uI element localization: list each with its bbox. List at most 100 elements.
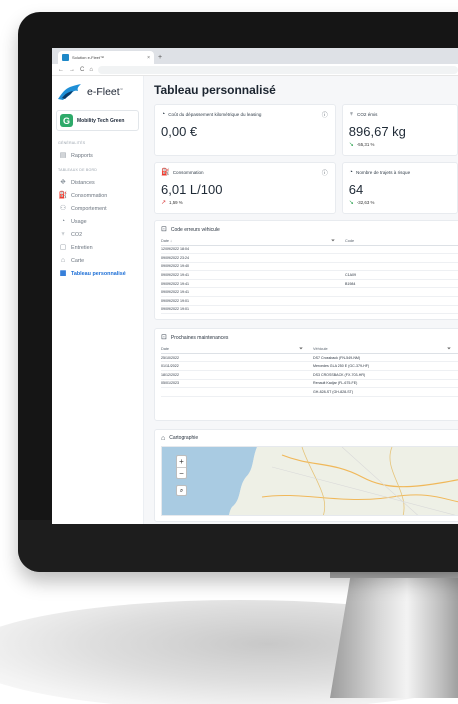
kpi-value: 896,67 kg — [348, 124, 406, 139]
card-title: ⌂ Cartographie — [161, 435, 458, 442]
table-row[interactable]: 09/09/2022 19:01 — [161, 296, 458, 306]
table-row[interactable]: 09/09/2022 19:41 — [161, 287, 458, 298]
gauge-icon: ◔ — [60, 218, 66, 225]
table-row[interactable]: 09/09/2022 19:01 — [161, 305, 458, 315]
kpi-delta: ↗ 1,59 % — [161, 199, 329, 206]
card-title: ⊡ Code erreurs véhicule — [161, 226, 458, 233]
kpi-label-text: Nombre de trajets à risque — [356, 170, 411, 175]
info-icon[interactable]: ⓘ — [322, 110, 328, 119]
warning-box-icon: ⊡ — [161, 226, 167, 233]
kpi-row-1: ◔ Coût du dépassement kilométrique du le… — [154, 104, 458, 156]
kpi-label-text: CO2 émis — [357, 112, 378, 117]
main-content: Tableau personnalisé ◔ Coût du dépasseme… — [144, 76, 458, 524]
kpi-label: ◔ Coût du dépassement kilométrique du le… — [161, 111, 329, 118]
cell-date: 09/09/2022 19:41 — [161, 270, 331, 280]
brand-horse-icon — [58, 84, 81, 100]
column-header-date[interactable]: Date — [161, 345, 299, 354]
kpi-label-text: Consommation — [172, 170, 204, 175]
page-title: Tableau personnalisé — [154, 83, 276, 97]
error-codes-table: Date ↓ ⏷ Code 12/09/2022 18:04 09/09/202… — [161, 237, 458, 315]
favicon-icon — [62, 54, 69, 61]
kpi-leasing-cost[interactable]: ◔ Coût du dépassement kilométrique du le… — [154, 104, 336, 156]
zoom-in-button[interactable]: + — [177, 456, 186, 467]
cell-date: 18/12/2022 — [161, 370, 299, 380]
brand-logo[interactable]: e-Fleet™ — [56, 82, 139, 102]
calendar-icon: ⊡ — [161, 334, 167, 342]
table-row[interactable]: 05/01/2023 Renault Kadjar (FL-675-FE) — [161, 379, 458, 389]
sidebar-item-consommation[interactable]: ⛽ Consommation — [56, 189, 139, 202]
table-row[interactable]: 01/11/2022 Mercedes GLA 250 E (GC-379-HF) — [161, 361, 458, 371]
reload-icon[interactable]: C — [80, 67, 84, 73]
back-icon[interactable]: ← — [58, 67, 64, 73]
table-row[interactable]: 12/09/2022 18:04 — [161, 245, 458, 255]
kpi-label: ◔ Nombre de trajets à risque — [349, 169, 451, 176]
kpi-consumption[interactable]: ⛽ Consommation ⓘ 6,01 L/100 ↗ 1,59 % — [154, 162, 336, 214]
home-icon[interactable]: ⌂ — [89, 67, 93, 73]
co2-icon: ♆ — [60, 231, 66, 238]
table-row[interactable]: GH-828-ST (GH-828-ST) — [161, 387, 458, 397]
forward-icon[interactable]: → — [69, 67, 75, 73]
cell-vehicle: Mercedes GLA 250 E (GC-379-HF) — [313, 361, 447, 371]
kpi-delta-value: -32,63 % — [356, 200, 375, 205]
error-codes-card: ⊡ Code erreurs véhicule Date ↓ ⏷ Code 12… — [154, 220, 458, 321]
kpi-delta-value: 1,59 % — [169, 200, 183, 205]
sidebar-item-co2[interactable]: ♆ CO2 — [56, 228, 139, 241]
table-row[interactable]: 18/12/2022 DS3 CROSSBACK (FX-703-HR) — [161, 370, 458, 380]
kpi-delta-value: -55,31 % — [356, 142, 375, 147]
map-zoom-control: + − — [176, 454, 187, 479]
close-tab-icon[interactable]: × — [147, 55, 150, 61]
filter-icon[interactable]: ⏷ — [447, 345, 458, 354]
sidebar-item-rapports[interactable]: ▤ Rapports — [56, 149, 139, 162]
browser-tab[interactable]: Solution e-Fleet™ × — [58, 51, 154, 64]
zoom-out-button[interactable]: − — [177, 466, 186, 478]
column-header-vehicle[interactable]: Véhicule — [313, 345, 447, 354]
map-icon: ⌂ — [60, 257, 66, 264]
kpi-label-text: Coût du dépassement kilométrique du leas… — [168, 112, 262, 117]
table-row[interactable]: 09/09/2022 19:41 C1A09 — [161, 270, 458, 280]
cell-date: 09/09/2022 19:41 — [161, 279, 331, 289]
column-header-code[interactable]: Code — [345, 237, 458, 246]
sidebar-item-usage[interactable]: ◔ Usage — [56, 215, 139, 228]
table-row[interactable]: 25/10/2022 DS7 Crossback (FN-549-NM) — [161, 353, 458, 363]
column-header-date[interactable]: Date ↓ — [161, 237, 331, 246]
kpi-delta: ↘ -55,31 % — [349, 141, 451, 148]
filter-icon[interactable]: ⏷ — [331, 237, 345, 246]
sidebar: e-Fleet™ G Mobility Tech Green Généralit… — [52, 76, 144, 524]
address-bar[interactable] — [97, 65, 458, 74]
kpi-co2[interactable]: ♆ CO2 émis 896,67 kg ↘ -55,31 % — [341, 104, 458, 156]
card-title-text: Code erreurs véhicule — [170, 226, 220, 233]
browser-tabbar: Solution e-Fleet™ × + — [52, 48, 458, 64]
cell-date: 09/09/2022 23:24 — [161, 253, 331, 263]
fuel-icon: ⛽ — [161, 169, 170, 176]
cell-code: B1984 — [345, 279, 458, 289]
cell-date: 01/11/2022 — [161, 361, 299, 371]
organization-name: Mobility Tech Green — [77, 117, 125, 124]
section-dashboards: Tableaux de bord — [58, 168, 98, 172]
organization-badge: G — [60, 114, 73, 127]
new-tab-button[interactable]: + — [158, 51, 162, 64]
table-row[interactable]: 09/09/2022 19:40 — [161, 262, 458, 272]
sidebar-item-entretien[interactable]: ▢ Entretien — [56, 241, 139, 254]
gauge-icon: ◔ — [348, 169, 354, 176]
cell-vehicle: Renault Kadjar (FL-675-FE) — [313, 379, 447, 389]
cell-code — [345, 262, 458, 272]
table-row[interactable]: 09/09/2022 23:24 — [161, 253, 458, 263]
kpi-risky-trips[interactable]: ◔ Nombre de trajets à risque 64 ↘ -32,63… — [341, 162, 458, 214]
kpi-label: ♆ CO2 émis — [349, 111, 451, 118]
map-icon: ⌂ — [161, 434, 166, 442]
info-icon[interactable]: ⓘ — [322, 168, 328, 177]
map-terrain — [162, 446, 458, 515]
map-search-icon[interactable]: ⌕ — [176, 484, 187, 496]
trend-down-icon: ↘ — [348, 142, 354, 148]
card-title: ⊡ Prochaines maintenances — [161, 334, 458, 341]
filter-icon[interactable]: ⏷ — [299, 345, 313, 354]
sidebar-item-comportement[interactable]: ⚇ Comportement — [56, 202, 139, 215]
sidebar-item-carte[interactable]: ⌂ Carte — [56, 254, 139, 267]
cell-vehicle: GH-828-ST (GH-828-ST) — [313, 387, 447, 397]
map-view[interactable]: + − ⌕ — [161, 445, 458, 516]
organization-selector[interactable]: G Mobility Tech Green — [56, 110, 139, 131]
table-row[interactable]: 09/09/2022 19:41 B1984 — [161, 279, 458, 289]
maintenance-icon: ▢ — [59, 244, 67, 251]
sidebar-item-tableau-personnalise[interactable]: ▦ Tableau personnalisé — [56, 267, 139, 280]
sidebar-item-distances[interactable]: ⛖ Distances — [56, 176, 139, 189]
